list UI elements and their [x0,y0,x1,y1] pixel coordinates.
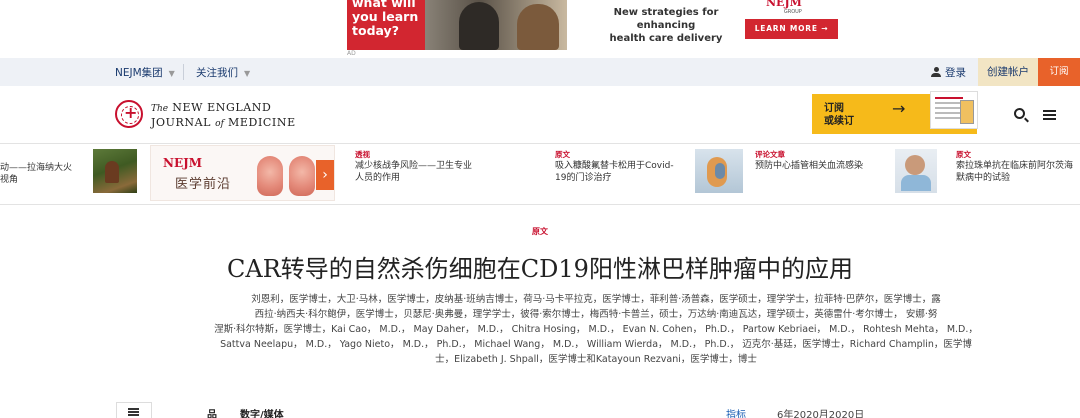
promo-line-2: 或续订 [824,116,854,127]
ad-brand: NEJM [766,0,802,9]
ad-person-image [517,4,559,50]
ticker-item[interactable]: 动——拉海纳大火 视角 [0,162,72,186]
journal-issue-image[interactable] [930,91,978,129]
login-label: 登录 [945,67,966,79]
ticker-item[interactable]: 评论文章 预防中心插管相关血流感染 [755,150,863,172]
metrics-link[interactable]: 指标 [726,406,746,418]
ticker-item-text: 减少核战争风险——卫生专业 [355,161,473,171]
ad-brand-sub: GROUP [783,9,802,15]
article-title: CAR转导的自然杀伤细胞在CD19阳性淋巴样肿瘤中的应用 [227,255,853,283]
masthead-line-1: NEW ENGLAND [172,101,272,114]
nejm-masthead[interactable]: The NEW ENGLAND JOURNAL of MEDICINE [151,101,296,131]
utility-bar: NEJM集团 ▼ 关注我们 ▼ 登录 创建帐户 订阅 [0,58,1080,86]
authors-line: 涅斯·科尔特斯，医学博士，Kai Cao， M.D.， May Daher， M… [214,324,978,335]
ticker-tag: 原文 [956,150,971,159]
ticker-item-text: 19的门诊治疗 [555,173,612,183]
user-icon [931,67,941,77]
ad-person-image [459,2,499,50]
promo-title: 医学前沿 [175,177,232,192]
ticker-item-text: 视角 [0,175,19,185]
promo-line-1: 订阅 [824,103,844,114]
masthead-of: of [215,119,224,129]
arrow-right-icon: → [892,99,906,118]
subscribe-promo-text: 订阅 或续订 [824,102,854,128]
authors-line: 刘恩利，医学博士，大卫·马林，医学博士，皮纳基·班纳吉博士，荷马·马卡平拉克，医… [251,294,941,305]
ad-photo[interactable]: what will you learn today? [347,0,567,50]
masthead-journal: JOURNAL [151,116,212,129]
ticker-item-text: 默病中的试验 [956,173,1011,183]
chevron-right-icon[interactable]: › [316,160,334,190]
ad-headline-line-2: you learn [352,9,419,24]
nejm-group-menu[interactable]: NEJM集团 ▼ [115,65,175,80]
nejm-seal-logo[interactable] [115,100,143,128]
ticker-item-text: 人员的作用 [355,173,401,183]
article-authors: 刘恩利，医学博士，大卫·马林，医学博士，皮纳基·班纳吉博士，荷马·马卡平拉克，医… [196,292,996,367]
ad-tagline: New strategies for enhancing health care… [596,6,736,45]
ad-tagline-line-1: New strategies for enhancing [613,7,719,31]
masthead-medicine: MEDICINE [228,116,296,129]
ad-headline-block: what will you learn today? [347,0,425,50]
ad-headline-line-3: today? [352,23,399,38]
promo-logo: NEJM [163,156,203,170]
follow-us-menu[interactable]: 关注我们 ▼ [196,65,250,80]
ticker-item[interactable]: 原文 吸入糠酸氟替卡松用于Covid- 19的门诊治疗 [555,150,674,184]
list-icon[interactable] [128,408,139,410]
ticker-tag: 评论文章 [755,150,785,159]
ad-tagline-line-2: health care delivery [609,33,723,44]
authors-line: 西拉·纳西夫·科尔鲍伊，医学博士，贝瑟尼·奥弗曼，理学学士，彼得·索尔博士，梅西… [254,309,938,320]
ticker-item[interactable]: 透视 减少核战争风险——卫生专业 人员的作用 [355,150,472,184]
ticker-tag: 原文 [555,150,570,159]
site-header: The NEW ENGLAND JOURNAL of MEDICINE 订阅 或… [0,86,1080,144]
article-toolbar: 品 数字/媒体 指标 6年2020月2020日 [0,402,1080,418]
authors-line: 士，Elizabeth J. Shpall，医学博士和Katayoun Rezv… [435,354,757,365]
qianyan-promo[interactable]: NEJM 医学前沿 › [150,145,335,201]
article-ticker: 动——拉海纳大火 视角 NEJM 医学前沿 › 透视 减少核战争风险——卫生专业… [0,145,1080,205]
divider [183,64,184,80]
ticker-thumbnail[interactable] [695,149,743,193]
publication-date: 6年2020月2020日 [777,410,865,418]
ticker-item[interactable]: 原文 索拉珠单抗在临床前阿尔茨海 默病中的试验 [956,150,1073,184]
menu-icon[interactable] [1043,110,1056,112]
ticker-item-text: 动——拉海纳大火 [0,163,73,173]
masthead-the: The [151,104,169,114]
article-type-label: 原文 [532,227,548,236]
search-icon[interactable] [1014,108,1025,119]
top-advertisement[interactable]: what will you learn today? AD New strate… [0,0,1080,58]
subscribe-button[interactable]: 订阅 [1038,58,1080,86]
create-account-button[interactable]: 创建帐户 [978,58,1038,86]
ad-brand-logo: NEJM GROUP [766,0,802,15]
chevron-down-icon: ▼ [244,69,251,78]
ticker-item-text: 吸入糠酸氟替卡松用于Covid- [555,161,674,171]
ticker-item-text: 预防中心插管相关血流感染 [755,161,864,171]
lungs-image [251,150,321,198]
ticker-thumbnail[interactable] [895,149,937,193]
section-label: 数字/媒体 [240,410,284,418]
ticker-tag: 透视 [355,150,370,159]
ticker-thumbnail[interactable] [93,149,137,193]
ticker-item-text: 索拉珠单抗在临床前阿尔茨海 [956,161,1074,171]
nejm-group-label: NEJM集团 [115,67,163,79]
follow-us-label: 关注我们 [196,67,238,79]
chevron-down-icon: ▼ [168,69,175,78]
login-link[interactable]: 登录 [931,65,966,80]
ad-learn-more-button[interactable]: LEARN MORE → [745,19,838,39]
section-label: 品 [207,410,217,418]
authors-line: Sattva Neelapu， M.D.， Yago Nieto， M.D.， … [220,339,972,350]
ad-label: AD [347,50,356,57]
toc-toggle[interactable] [116,402,152,418]
